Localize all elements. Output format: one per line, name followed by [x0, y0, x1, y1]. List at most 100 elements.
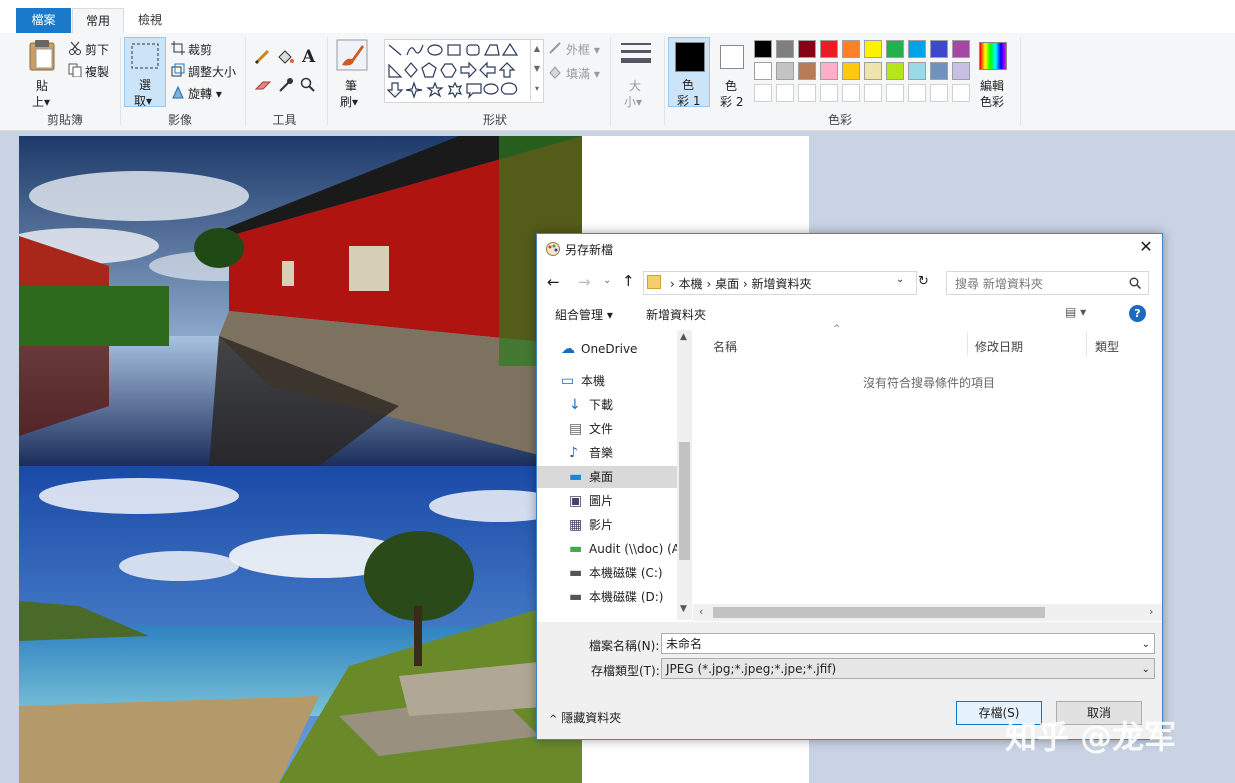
column-divider	[967, 332, 968, 356]
color-swatch[interactable]	[776, 84, 794, 102]
nav-item[interactable]: ▣ 圖片	[537, 490, 677, 512]
shapes-gallery[interactable]	[384, 39, 544, 103]
cut-button[interactable]: 剪下	[66, 39, 116, 57]
search-box[interactable]: 搜尋 新增資料夾	[946, 271, 1149, 295]
back-arrow-icon[interactable]: ←	[547, 273, 560, 291]
eraser-icon[interactable]	[254, 79, 272, 93]
color-swatch[interactable]	[842, 62, 860, 80]
text-tool-icon[interactable]: A	[302, 47, 315, 67]
color-swatch[interactable]	[952, 62, 970, 80]
nav-item[interactable]: ↓ 下載	[537, 394, 677, 416]
nav-item[interactable]: ▬ 本機磁碟 (D:)	[537, 586, 677, 608]
up-arrow-icon[interactable]: ↑	[622, 272, 635, 290]
color-swatch[interactable]	[886, 84, 904, 102]
color-swatch[interactable]	[842, 84, 860, 102]
color-swatch[interactable]	[908, 40, 926, 58]
nav-item[interactable]: ♪ 音樂	[537, 442, 677, 464]
color1-button[interactable]: 色 彩 1	[668, 37, 710, 108]
resize-button[interactable]: 調整大小	[170, 61, 240, 79]
filetype-select[interactable]: JPEG (*.jpg;*.jpeg;*.jpe;*.jfif) ⌄	[661, 658, 1155, 679]
view-options-icon[interactable]: ▤ ▾	[1065, 305, 1086, 319]
fill-bucket-icon[interactable]	[276, 49, 294, 65]
color2-button[interactable]: 色 彩 2	[712, 37, 752, 109]
nav-item[interactable]: ▭ 本機	[537, 370, 677, 392]
color-swatch[interactable]	[930, 62, 948, 80]
filename-input[interactable]: 未命名 ⌄	[661, 633, 1155, 654]
column-header-modified[interactable]: 修改日期	[975, 338, 1023, 355]
breadcrumb-item[interactable]: 本機	[679, 277, 703, 291]
new-folder-button[interactable]: 新增資料夾	[646, 306, 706, 323]
filetype-dropdown-icon[interactable]: ⌄	[1142, 659, 1150, 680]
color-swatch[interactable]	[798, 40, 816, 58]
color-swatch[interactable]	[820, 84, 838, 102]
nav-item[interactable]: ☁ OneDrive	[537, 338, 677, 360]
color-swatch[interactable]	[820, 40, 838, 58]
color-swatch[interactable]	[776, 40, 794, 58]
color-swatch[interactable]	[820, 62, 838, 80]
color-swatch[interactable]	[930, 84, 948, 102]
color-swatch[interactable]	[952, 84, 970, 102]
color-swatch[interactable]	[864, 84, 882, 102]
nav-item[interactable]: ▦ 影片	[537, 514, 677, 536]
navigation-pane[interactable]: ☁ OneDrive ▭ 本機 ↓ 下載 ▤ 文件 ♪ 音樂 ▬ 桌面 ▣ 圖片 ▦ 影片 ▬ Audit (\\…	[537, 330, 692, 622]
column-header-name[interactable]: 名稱	[713, 338, 737, 355]
nav-item[interactable]: ▬ 桌面	[537, 466, 677, 488]
color-swatch[interactable]	[864, 62, 882, 80]
color-swatch[interactable]	[754, 84, 772, 102]
color-swatch[interactable]	[754, 62, 772, 80]
brushes-button[interactable]: 筆 刷▾	[332, 37, 372, 109]
recent-dropdown-icon[interactable]: ⌄	[603, 275, 611, 286]
shapes-scroll[interactable]: ▲ ▼ ▾	[530, 39, 543, 101]
address-dropdown-icon[interactable]: ⌄	[896, 274, 904, 285]
copy-button[interactable]: 複製	[66, 61, 116, 79]
organize-button[interactable]: 組合管理 ▾	[555, 306, 613, 323]
pencil-icon[interactable]	[254, 49, 270, 65]
nav-item-label: 音樂	[589, 446, 614, 460]
breadcrumb-item[interactable]: 新增資料夾	[752, 277, 812, 291]
fill-button[interactable]: 填滿 ▾	[548, 63, 608, 81]
refresh-icon[interactable]: ↻	[918, 274, 929, 289]
crop-button[interactable]: 裁剪	[170, 39, 230, 57]
tab-home[interactable]: 常用	[72, 8, 124, 34]
edit-colors-button[interactable]: 編輯 色彩	[974, 37, 1012, 109]
select-button[interactable]: 選 取▾	[124, 37, 166, 108]
paste-button[interactable]: 貼 上▾	[24, 37, 60, 109]
nav-item-label: 本機磁碟 (D:)	[589, 590, 664, 604]
magnifier-icon[interactable]	[300, 77, 316, 93]
size-button[interactable]: 大 小▾	[616, 37, 656, 109]
color-swatch[interactable]	[864, 40, 882, 58]
address-bar[interactable]: › 本機 › 桌面 › 新增資料夾 ⌄	[643, 271, 917, 295]
horizontal-scroll-thumb[interactable]	[713, 607, 1045, 618]
help-icon[interactable]: ?	[1129, 305, 1146, 322]
color-swatch[interactable]	[776, 62, 794, 80]
close-button[interactable]: ✕	[1137, 238, 1155, 256]
file-list[interactable]: ^ 名稱 修改日期 類型 沒有符合搜尋條件的項目 ‹ ›	[693, 324, 1162, 622]
color-swatch[interactable]	[886, 62, 904, 80]
color-swatch[interactable]	[952, 40, 970, 58]
color-swatch[interactable]	[798, 84, 816, 102]
color-swatch[interactable]	[908, 62, 926, 80]
tab-view[interactable]: 檢視	[124, 8, 176, 33]
outline-button[interactable]: 外框 ▾	[548, 39, 608, 57]
dialog-title: 另存新檔	[565, 243, 614, 257]
breadcrumb-item[interactable]: 桌面	[715, 277, 739, 291]
nav-scrollbar[interactable]: ▲ ▼	[677, 330, 692, 620]
color-swatch[interactable]	[886, 40, 904, 58]
color-swatch[interactable]	[930, 40, 948, 58]
hide-folders-toggle[interactable]: ^ 隱藏資料夾	[549, 709, 621, 726]
color-picker-icon[interactable]	[278, 77, 294, 93]
tab-file[interactable]: 檔案	[16, 8, 71, 33]
nav-scroll-thumb[interactable]	[679, 442, 690, 560]
filename-dropdown-icon[interactable]: ⌄	[1142, 634, 1150, 655]
forward-arrow-icon[interactable]: →	[578, 273, 591, 291]
nav-item[interactable]: ▬ 本機磁碟 (C:)	[537, 562, 677, 584]
color-swatch[interactable]	[908, 84, 926, 102]
rotate-button[interactable]: 旋轉 ▾	[170, 83, 230, 101]
color-swatch[interactable]	[754, 40, 772, 58]
nav-item[interactable]: ▤ 文件	[537, 418, 677, 440]
column-header-type[interactable]: 類型	[1095, 338, 1119, 355]
nav-item[interactable]: ▬ Audit (\\doc) (A	[537, 538, 677, 560]
horizontal-scrollbar[interactable]: ‹ ›	[693, 604, 1162, 621]
color-swatch[interactable]	[798, 62, 816, 80]
color-swatch[interactable]	[842, 40, 860, 58]
